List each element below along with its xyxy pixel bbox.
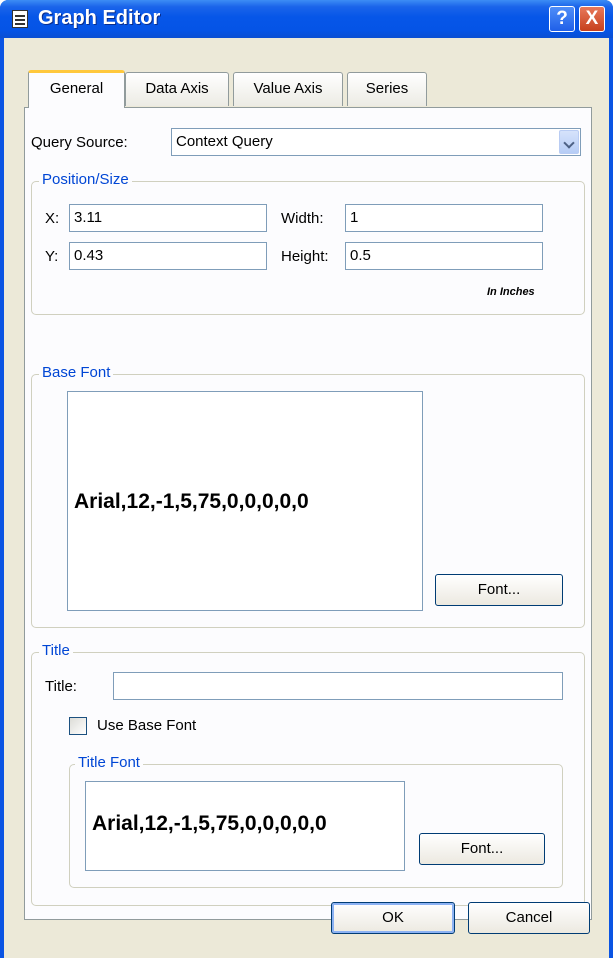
x-input[interactable]: 3.11 [69, 204, 267, 232]
height-input[interactable]: 0.5 [345, 242, 543, 270]
query-source-value: Context Query [176, 133, 273, 150]
use-base-font-label[interactable]: Use Base Font [97, 717, 196, 734]
base-font-button[interactable]: Font... [435, 574, 563, 606]
graph-editor-window: Graph Editor ? X General Data Axis Value… [0, 0, 613, 958]
height-label: Height: [281, 248, 329, 265]
title-font-legend: Title Font [75, 754, 143, 771]
dialog-client-area: General Data Axis Value Axis Series Quer… [4, 38, 609, 958]
close-button[interactable]: X [579, 6, 605, 32]
tab-series[interactable]: Series [347, 72, 427, 106]
help-button[interactable]: ? [549, 6, 575, 32]
title-label: Title: [45, 678, 77, 695]
y-input[interactable]: 0.43 [69, 242, 267, 270]
tab-value-axis[interactable]: Value Axis [233, 72, 343, 106]
units-note: In Inches [487, 286, 535, 298]
title-bar[interactable]: Graph Editor ? X [0, 0, 613, 38]
title-font-preview: Arial,12,-1,5,75,0,0,0,0,0 [85, 781, 405, 871]
tab-general[interactable]: General [28, 70, 125, 108]
tab-data-axis[interactable]: Data Axis [125, 72, 229, 106]
ok-button[interactable]: OK [331, 902, 455, 934]
document-icon [12, 10, 28, 28]
y-label: Y: [45, 248, 59, 265]
base-font-legend: Base Font [39, 364, 114, 381]
window-title: Graph Editor [38, 7, 161, 29]
general-tab-panel: Query Source: Context Query Position/Siz… [24, 107, 592, 920]
title-input[interactable] [113, 672, 563, 700]
base-font-preview: Arial,12,-1,5,75,0,0,0,0,0 [67, 391, 423, 611]
use-base-font-checkbox[interactable] [69, 717, 87, 735]
x-label: X: [45, 210, 60, 227]
title-group-legend: Title [39, 642, 73, 659]
query-source-label: Query Source: [31, 134, 128, 151]
width-label: Width: [281, 210, 324, 227]
width-input[interactable]: 1 [345, 204, 543, 232]
position-size-legend: Position/Size [39, 171, 132, 188]
chevron-down-icon[interactable] [559, 130, 579, 154]
title-font-preview-text: Arial,12,-1,5,75,0,0,0,0,0 [92, 812, 327, 835]
cancel-button[interactable]: Cancel [468, 902, 590, 934]
base-font-preview-text: Arial,12,-1,5,75,0,0,0,0,0 [74, 490, 309, 513]
title-font-button[interactable]: Font... [419, 833, 545, 865]
query-source-select[interactable]: Context Query [171, 128, 581, 156]
